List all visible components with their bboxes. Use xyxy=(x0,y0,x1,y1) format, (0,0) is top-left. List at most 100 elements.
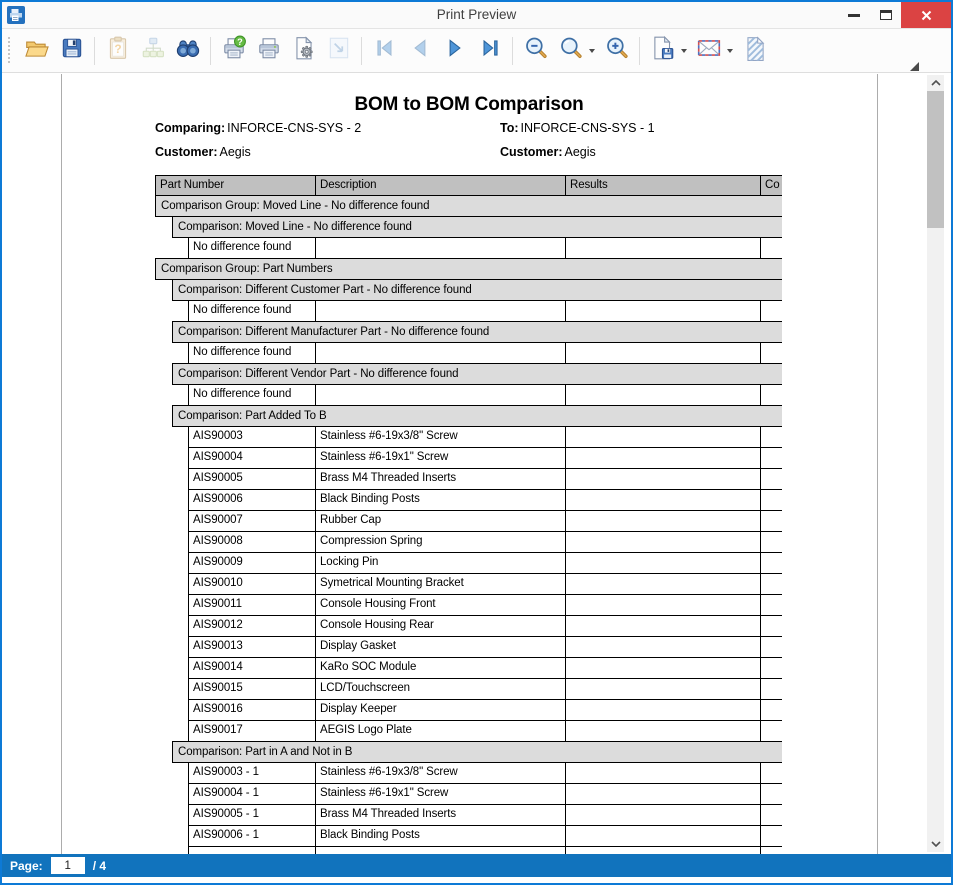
zoom-dropdown-caret[interactable] xyxy=(589,49,595,53)
printer-icon xyxy=(256,35,282,66)
window-title: Print Preview xyxy=(2,2,951,28)
table-row: AIS90009Locking Pin xyxy=(188,553,782,574)
cell-co xyxy=(761,700,782,720)
group-row: Comparison: Different Customer Part - No… xyxy=(172,279,782,301)
cell-co xyxy=(761,658,782,678)
table-row: AIS90010Symetrical Mounting Bracket xyxy=(188,574,782,595)
to-label: To: xyxy=(500,121,519,135)
print-button[interactable]: ? xyxy=(217,34,250,67)
cell-desc: LCD/Touchscreen xyxy=(316,679,566,699)
table-row: AIS90015LCD/Touchscreen xyxy=(188,679,782,700)
column-header-description: Description xyxy=(316,176,566,195)
cell-part: AIS90005 - 1 xyxy=(189,805,316,825)
send-email-dropdown-caret[interactable] xyxy=(727,49,733,53)
cell-co xyxy=(761,238,782,258)
cell-results xyxy=(566,763,761,783)
table-row: AIS90006Black Binding Posts xyxy=(188,490,782,511)
cell-desc: Brass M4 Threaded Inserts xyxy=(316,805,566,825)
cell-part: AIS90012 xyxy=(189,616,316,636)
last-page-icon xyxy=(477,35,503,66)
cell-desc: Locking Pin xyxy=(316,553,566,573)
table-row: AIS90016Display Keeper xyxy=(188,700,782,721)
minimize-button[interactable] xyxy=(839,2,869,28)
watermark-button[interactable] xyxy=(738,34,771,67)
cell-results xyxy=(566,301,761,321)
zoom-out-button[interactable] xyxy=(519,34,552,67)
cell-desc: Stainless #6-19x3/8" Screw xyxy=(316,763,566,783)
cell-desc: Black Binding Posts xyxy=(316,826,566,846)
toolbar-separator xyxy=(512,37,513,65)
send-email-button[interactable] xyxy=(692,34,725,67)
printer-question-icon: ? xyxy=(221,35,247,66)
cell-part: No difference found xyxy=(189,301,316,321)
quick-print-button[interactable] xyxy=(252,34,285,67)
cell-results xyxy=(566,616,761,636)
customer-left-label: Customer: xyxy=(155,145,218,159)
first-page-button xyxy=(368,34,401,67)
cell-co xyxy=(761,595,782,615)
toolbar-grip[interactable] xyxy=(7,37,12,65)
table-row: AIS90004Stainless #6-19x1" Screw xyxy=(188,448,782,469)
open-button[interactable] xyxy=(20,34,53,67)
cell-desc: Rubber Cap xyxy=(316,511,566,531)
zoom-icon xyxy=(558,35,584,66)
cell-part: AIS90017 xyxy=(189,721,316,741)
table-row: AIS90014KaRo SOC Module xyxy=(188,658,782,679)
zoom-in-button[interactable] xyxy=(600,34,633,67)
export-dropdown-caret[interactable] xyxy=(681,49,687,53)
group-row-label: Comparison Group: Moved Line - No differ… xyxy=(161,200,429,212)
watermark-icon xyxy=(742,35,768,66)
cell-part: AIS90013 xyxy=(189,637,316,657)
next-page-button[interactable] xyxy=(438,34,471,67)
cell-co xyxy=(761,826,782,846)
zoom-in-icon xyxy=(604,35,630,66)
cell-results xyxy=(566,784,761,804)
table-header-row: Part Number Description Results Co xyxy=(155,175,782,196)
customer-right-value: Aegis xyxy=(565,145,596,159)
clipboard-help-button: ? xyxy=(101,34,134,67)
page-scale-icon xyxy=(326,35,352,66)
group-row-label: Comparison Group: Part Numbers xyxy=(161,263,332,275)
table-row: AIS90004 - 1Stainless #6-19x1" Screw xyxy=(188,784,782,805)
zoom-button[interactable] xyxy=(554,34,587,67)
cell-co xyxy=(761,784,782,804)
close-icon xyxy=(921,10,932,21)
page-setup-button[interactable] xyxy=(287,34,320,67)
cell-results xyxy=(566,637,761,657)
group-row-label: Comparison: Part in A and Not in B xyxy=(178,746,352,758)
vertical-scrollbar[interactable] xyxy=(927,75,944,852)
scrollbar-thumb[interactable] xyxy=(927,91,944,228)
last-page-button[interactable] xyxy=(473,34,506,67)
cell-results xyxy=(566,721,761,741)
scroll-up-button[interactable] xyxy=(927,75,944,91)
cell-results xyxy=(566,595,761,615)
customer-left-field: Customer:Aegis xyxy=(155,145,251,159)
cell-results xyxy=(566,469,761,489)
first-page-icon xyxy=(372,35,398,66)
svg-text:?: ? xyxy=(114,42,121,56)
scroll-down-button[interactable] xyxy=(927,836,944,852)
table-row: AIS90007Rubber Cap xyxy=(188,511,782,532)
cell-co xyxy=(761,553,782,573)
maximize-button[interactable] xyxy=(871,2,901,28)
cell-results xyxy=(566,658,761,678)
table-row-partial xyxy=(188,847,782,854)
customer-right-label: Customer: xyxy=(500,145,563,159)
find-button[interactable] xyxy=(171,34,204,67)
page-total: / 4 xyxy=(93,859,106,873)
group-row: Comparison: Part in A and Not in B xyxy=(172,741,782,763)
cell-co xyxy=(761,469,782,489)
table-row: AIS90005 - 1Brass M4 Threaded Inserts xyxy=(188,805,782,826)
cell-co xyxy=(761,490,782,510)
save-button[interactable] xyxy=(55,34,88,67)
cell-part: AIS90015 xyxy=(189,679,316,699)
cell-co xyxy=(761,511,782,531)
cell-results xyxy=(566,553,761,573)
table-row: AIS90003Stainless #6-19x3/8" Screw xyxy=(188,427,782,448)
table-row: AIS90006 - 1Black Binding Posts xyxy=(188,826,782,847)
cell-part: No difference found xyxy=(189,385,316,405)
export-button[interactable] xyxy=(646,34,679,67)
close-button[interactable] xyxy=(901,2,951,28)
cell-part: AIS90004 - 1 xyxy=(189,784,316,804)
page-number-input[interactable] xyxy=(51,857,85,874)
